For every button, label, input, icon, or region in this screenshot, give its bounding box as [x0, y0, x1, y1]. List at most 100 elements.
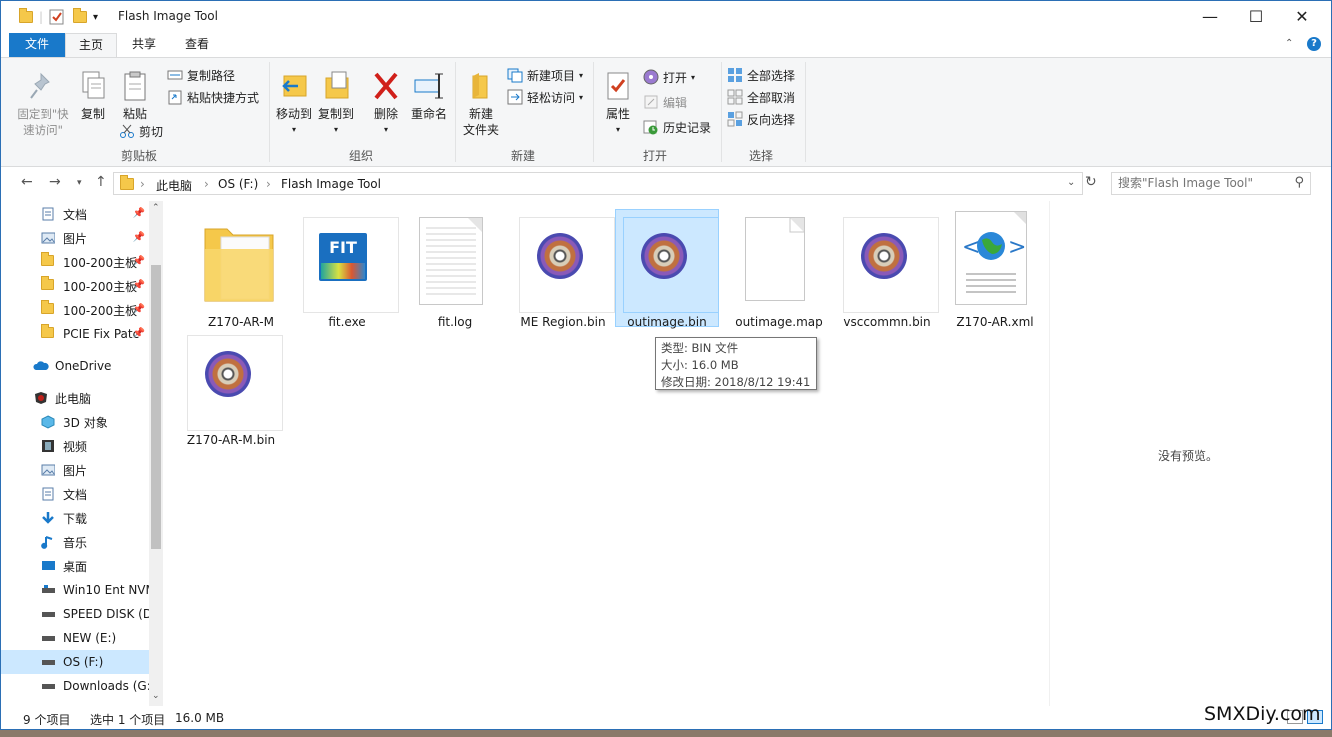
help-icon[interactable]: ? [1307, 37, 1321, 51]
move-to-button[interactable]: 移动到 ▾ [275, 70, 313, 138]
address-dropdown-icon[interactable]: ⌄ [1067, 177, 1075, 188]
nav-item-documents-pinned[interactable]: 文档 📌 [1, 202, 149, 226]
file-item-bin[interactable]: Z170-AR-M.bin [179, 327, 283, 447]
breadcrumb-chevron-icon[interactable]: › [204, 177, 209, 191]
ribbon-separator [269, 62, 270, 162]
explorer-window: | ▾ Flash Image Tool — ☐ ✕ 文件 主页 共享 查看 ⌃… [0, 0, 1332, 730]
scroll-up-icon[interactable]: ⌃ [152, 203, 160, 213]
refresh-icon[interactable]: ↻ [1085, 174, 1097, 190]
customize-qa-dropdown-icon[interactable]: ▾ [93, 8, 98, 26]
quick-access-folder-icon[interactable] [19, 8, 33, 26]
minimize-button[interactable]: — [1187, 1, 1233, 31]
maximize-button[interactable]: ☐ [1233, 1, 1279, 31]
pin-quick-access-button[interactable]: 固定到"快速访问" [13, 70, 73, 138]
drive-icon [41, 583, 57, 597]
breadcrumb-folder[interactable]: Flash Image Tool [281, 177, 381, 191]
pictures-icon [41, 463, 57, 477]
delete-button[interactable]: 删除 ▾ [369, 70, 403, 138]
back-arrow-icon[interactable]: ← [21, 174, 33, 190]
new-folder-qa-icon[interactable] [73, 8, 87, 26]
address-bar[interactable]: › 此电脑 › OS (F:) › Flash Image Tool ⌄ [113, 172, 1083, 195]
nav-item-drive-selected[interactable]: OS (F:) [1, 650, 149, 674]
tab-file[interactable]: 文件 [9, 33, 65, 57]
breadcrumb-this-pc[interactable]: 此电脑 [156, 177, 192, 194]
nav-item-drive[interactable]: NEW (E:) [1, 626, 149, 650]
nav-item-drive[interactable]: Downloads (G: [1, 674, 149, 698]
nav-item-drive[interactable]: Win10 Ent NVM [1, 578, 149, 602]
scroll-down-icon[interactable]: ⌄ [152, 691, 160, 701]
breadcrumb-chevron-icon[interactable]: › [140, 177, 145, 191]
rename-button[interactable]: 重命名 [409, 70, 449, 122]
search-input[interactable] [1118, 176, 1288, 190]
select-all-icon [727, 67, 743, 83]
nav-item-drive[interactable]: SPEED DISK (D [1, 602, 149, 626]
nav-item-pictures-pinned[interactable]: 图片 📌 [1, 226, 149, 250]
address-folder-icon [120, 175, 134, 193]
up-arrow-icon[interactable]: ↑ [95, 174, 107, 190]
new-item-button[interactable]: 新建项目 ▾ [507, 65, 583, 85]
scroll-thumb[interactable] [151, 265, 161, 549]
nav-item-documents[interactable]: 文档 [1, 482, 149, 506]
disc-icon [861, 233, 907, 279]
nav-item-this-pc[interactable]: 此电脑 [1, 386, 149, 410]
ribbon: 固定到"快速访问" 复制 粘贴 复制路径 粘贴快捷方式 剪切 剪贴板 移动到 ▾… [1, 57, 1331, 167]
copy-path-button[interactable]: 复制路径 [167, 65, 235, 85]
ribbon-separator [593, 62, 594, 162]
nav-scrollbar[interactable]: ⌃ ⌄ [149, 201, 163, 706]
cut-button[interactable]: 剪切 [119, 121, 163, 141]
fit-app-icon: FIT [319, 233, 367, 281]
search-icon[interactable]: ⚲ [1294, 175, 1304, 190]
new-folder-button[interactable]: 新建 文件夹 [461, 70, 501, 138]
properties-check-icon[interactable] [49, 8, 65, 26]
file-item-map[interactable]: outimage.map [727, 209, 831, 329]
file-item-bin[interactable]: vsccommn.bin [835, 209, 939, 329]
drive-icon [41, 679, 57, 693]
ribbon-separator [721, 62, 722, 162]
nav-item-3d-objects[interactable]: 3D 对象 [1, 410, 149, 434]
nav-item-videos[interactable]: 视频 [1, 434, 149, 458]
easy-access-button[interactable]: 轻松访问 ▾ [507, 87, 583, 107]
nav-item-music[interactable]: 音乐 [1, 530, 149, 554]
nav-item-pictures[interactable]: 图片 [1, 458, 149, 482]
nav-item-desktop[interactable]: 桌面 [1, 554, 149, 578]
copy-button[interactable]: 复制 [77, 70, 109, 122]
search-box[interactable]: ⚲ [1111, 172, 1311, 195]
collapse-ribbon-icon[interactable]: ⌃ [1285, 38, 1293, 49]
invert-selection-icon [727, 111, 743, 127]
close-button[interactable]: ✕ [1279, 1, 1325, 31]
file-item-xml[interactable]: < > Z170-AR.xml [943, 209, 1047, 329]
paste-button[interactable]: 粘贴 [117, 70, 153, 122]
select-none-button[interactable]: 全部取消 [727, 87, 795, 107]
nav-item-folder-pinned[interactable]: PCIE Fix Patc 📌 [1, 322, 149, 346]
file-item-bin-selected[interactable]: outimage.bin [615, 209, 719, 329]
tab-home[interactable]: 主页 [65, 33, 117, 58]
breadcrumb-chevron-icon[interactable]: › [266, 177, 271, 191]
recent-locations-dropdown-icon[interactable]: ▾ [77, 178, 82, 188]
file-item-folder[interactable]: Z170-AR-M [189, 209, 293, 329]
file-item-bin[interactable]: ME Region.bin [511, 209, 615, 329]
nav-item-downloads[interactable]: 下载 [1, 506, 149, 530]
open-button[interactable]: 打开 ▾ [643, 67, 695, 87]
copy-to-icon [320, 70, 352, 102]
copy-to-button[interactable]: 复制到 ▾ [317, 70, 355, 138]
xml-globe-document-icon: < > [955, 211, 1027, 305]
nav-item-folder-pinned[interactable]: 100-200主板 📌 [1, 274, 149, 298]
forward-arrow-icon[interactable]: → [49, 174, 61, 190]
tooltip-size: 大小: 16.0 MB [661, 358, 739, 372]
nav-item-onedrive[interactable]: OneDrive [1, 354, 149, 378]
file-item-exe[interactable]: FIT fit.exe [295, 209, 399, 329]
file-item-log[interactable]: fit.log [403, 209, 507, 329]
nav-item-folder-pinned[interactable]: 100-200主板 📌 [1, 250, 149, 274]
drive-icon [41, 655, 57, 669]
properties-button[interactable]: 属性 ▾ [601, 70, 635, 138]
paste-shortcut-button[interactable]: 粘贴快捷方式 [167, 87, 259, 107]
history-button[interactable]: 历史记录 [643, 117, 711, 137]
tab-view[interactable]: 查看 [173, 33, 221, 57]
nav-item-folder-pinned[interactable]: 100-200主板 📌 [1, 298, 149, 322]
select-all-button[interactable]: 全部选择 [727, 65, 795, 85]
breadcrumb-drive[interactable]: OS (F:) [218, 177, 258, 191]
invert-selection-button[interactable]: 反向选择 [727, 109, 795, 129]
tab-share[interactable]: 共享 [121, 33, 167, 57]
edit-icon [643, 94, 659, 110]
edit-button[interactable]: 编辑 [643, 92, 687, 112]
